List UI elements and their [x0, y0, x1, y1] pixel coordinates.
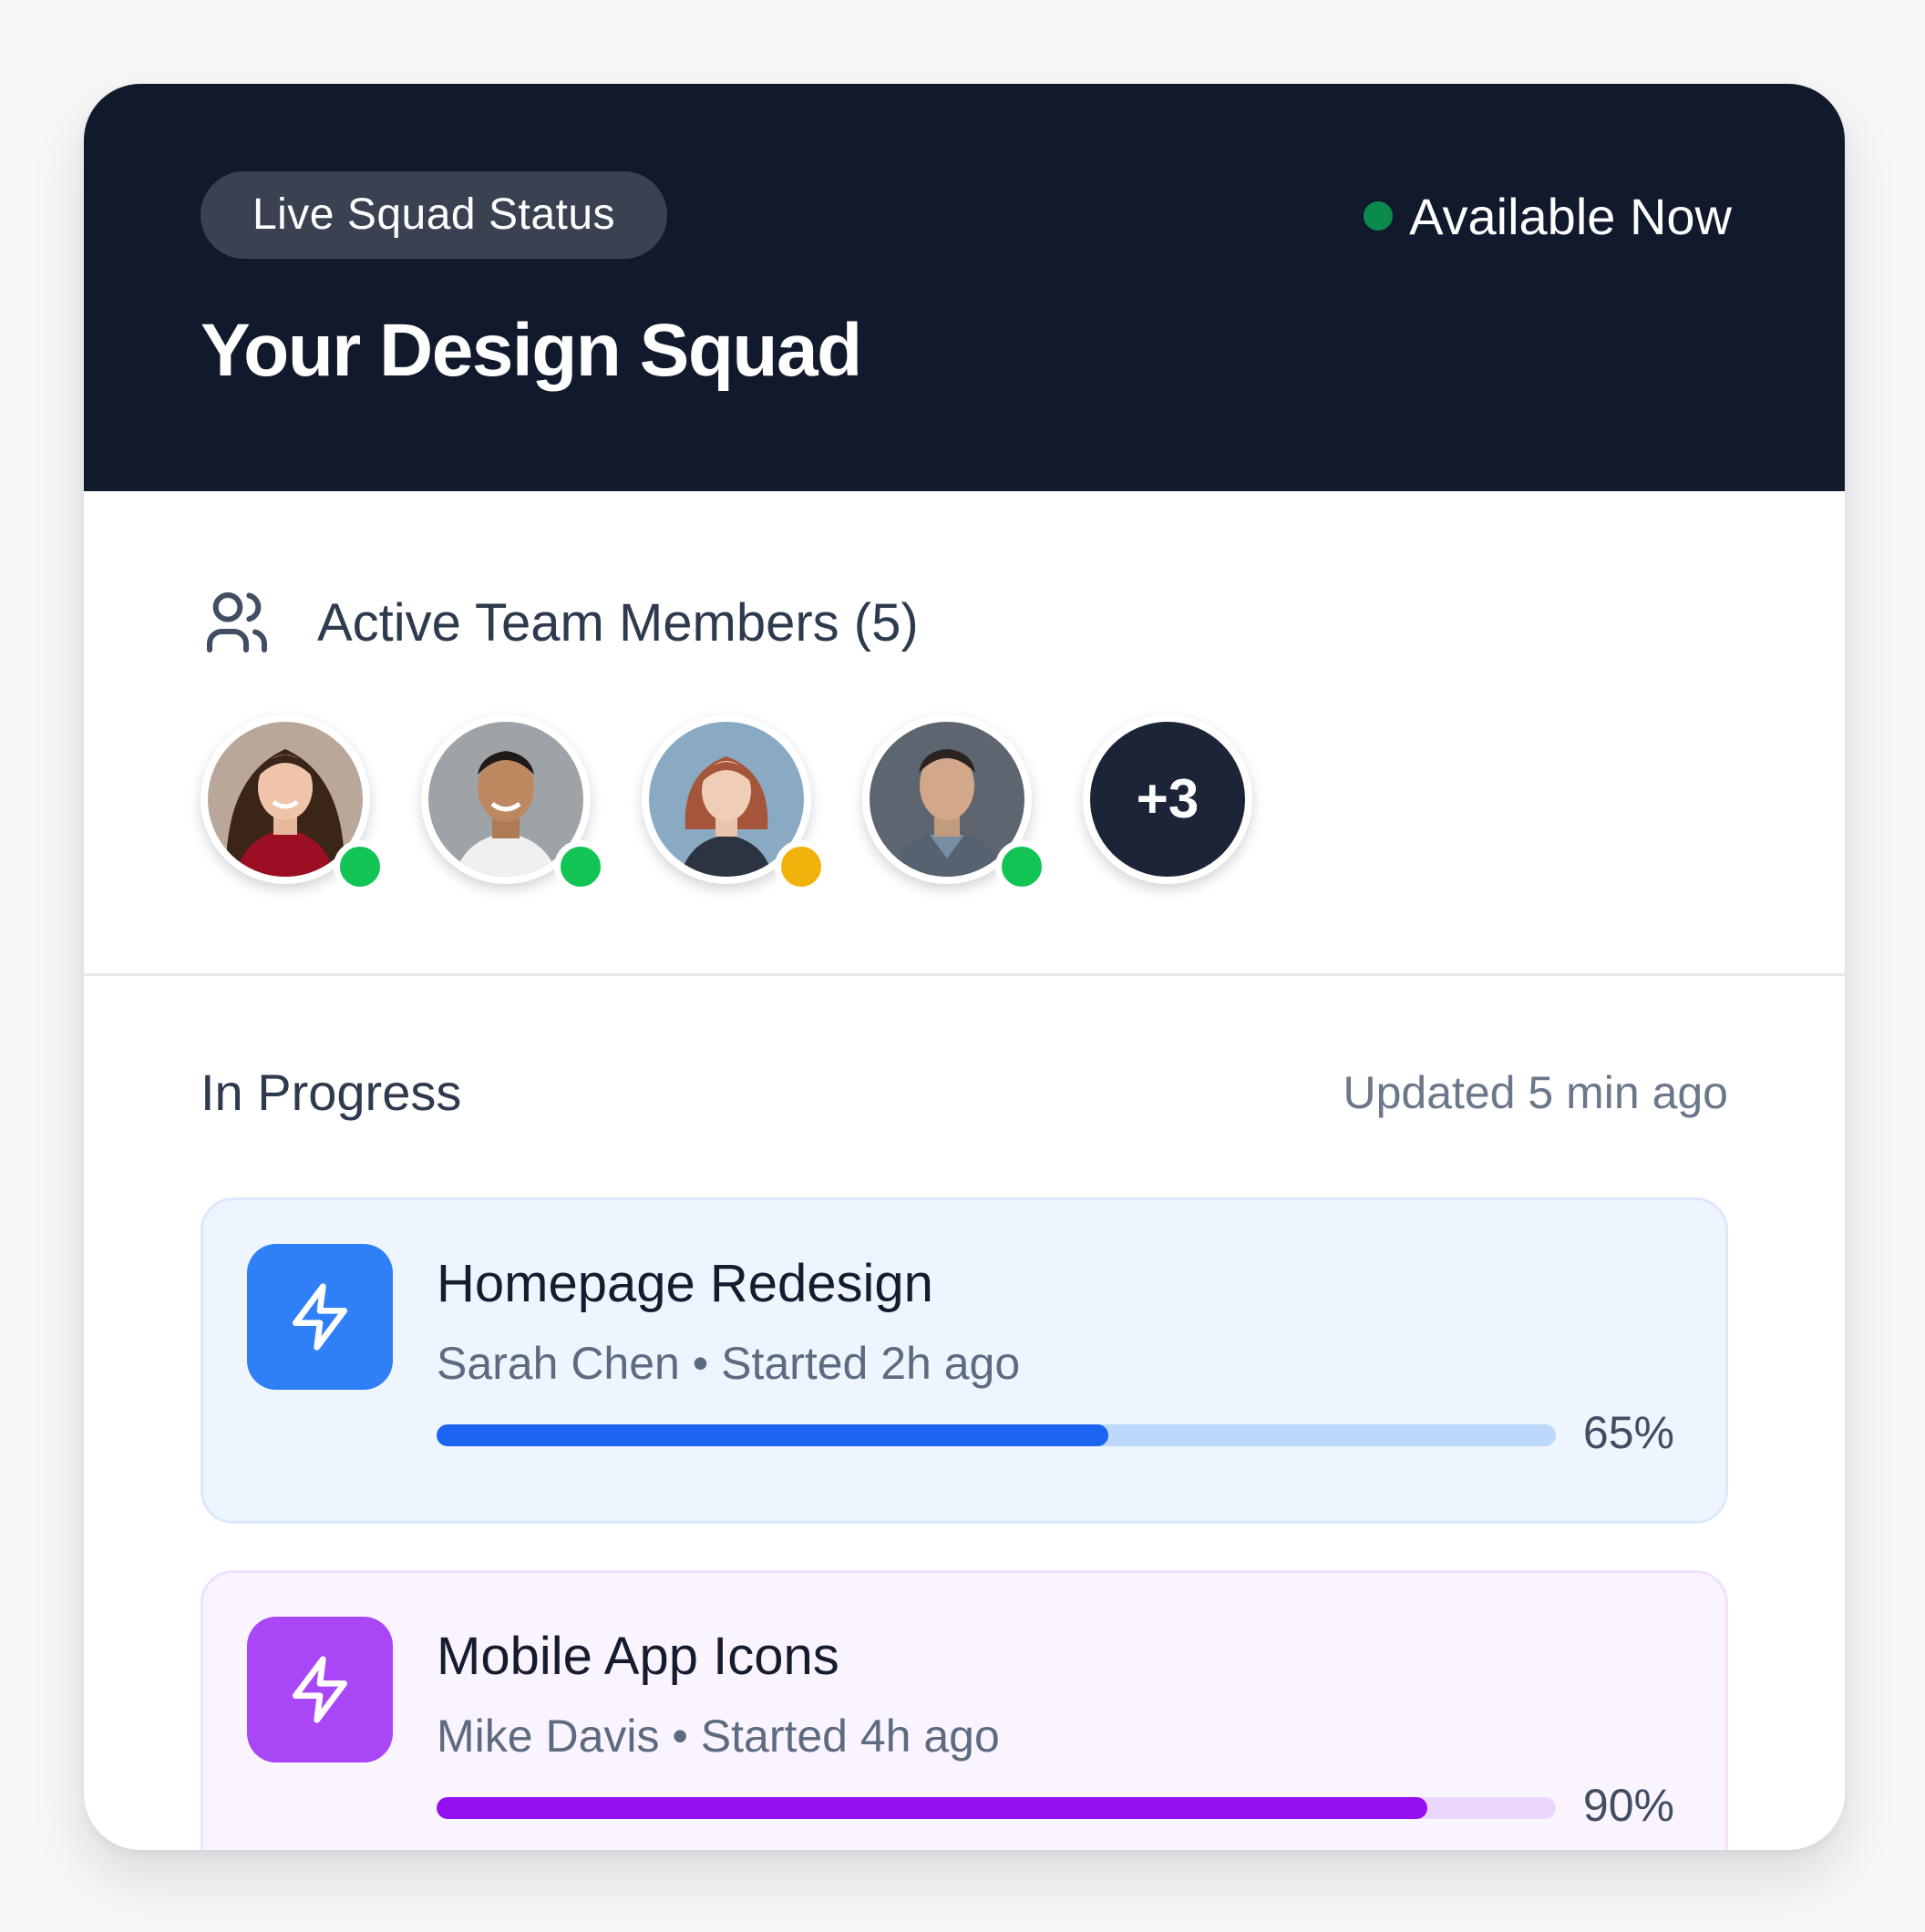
task-icon-tile — [247, 1617, 393, 1762]
avatar[interactable] — [862, 714, 1048, 893]
task-name: Homepage Redesign — [437, 1254, 933, 1313]
status-dot-icon — [334, 840, 386, 893]
status-dot-icon — [554, 840, 607, 893]
progress-heading: In Progress Updated 5 min ago — [201, 1063, 1728, 1126]
status-dot-icon — [995, 840, 1048, 893]
task-icon-tile — [247, 1244, 393, 1390]
progress-title: In Progress — [201, 1064, 462, 1121]
progress-fill — [437, 1797, 1427, 1819]
more-members-button[interactable]: +3 — [1083, 714, 1252, 884]
task-percent: 90% — [1582, 1780, 1674, 1831]
card-header: Live Squad Status Available Now Your Des… — [84, 84, 1845, 491]
avatar[interactable] — [421, 714, 607, 893]
members-heading: Active Team Members (5) — [201, 581, 919, 663]
more-members-count: +3 — [1090, 722, 1245, 877]
availability-label: Available Now — [1409, 187, 1732, 245]
avatar[interactable] — [642, 714, 828, 893]
section-divider — [84, 973, 1845, 976]
task-meta: Mike Davis • Started 4h ago — [437, 1711, 1000, 1762]
members-label: Active Team Members (5) — [317, 592, 919, 653]
availability-indicator: Available Now — [1364, 184, 1732, 248]
avatar-row: +3 — [201, 714, 1294, 906]
avatar[interactable] — [201, 714, 386, 893]
task-name: Mobile App Icons — [437, 1627, 839, 1686]
card-title: Your Design Squad — [201, 309, 862, 392]
progress-bar — [437, 1424, 1556, 1446]
lightning-icon — [293, 1283, 347, 1351]
task-meta: Sarah Chen • Started 2h ago — [437, 1338, 1021, 1389]
lightning-icon — [293, 1656, 347, 1723]
squad-card: Live Squad Status Available Now Your Des… — [84, 84, 1845, 1850]
live-status-badge: Live Squad Status — [201, 171, 667, 259]
task-card[interactable]: Mobile App Icons Mike Davis • Started 4h… — [201, 1570, 1728, 1850]
task-card[interactable]: Homepage Redesign Sarah Chen • Started 2… — [201, 1197, 1728, 1524]
updated-timestamp: Updated 5 min ago — [1343, 1067, 1728, 1118]
status-dot-icon — [775, 840, 828, 893]
users-icon — [207, 592, 267, 653]
availability-dot-icon — [1364, 201, 1394, 231]
progress-fill — [437, 1424, 1108, 1446]
progress-bar — [437, 1797, 1556, 1819]
task-percent: 65% — [1582, 1407, 1674, 1458]
